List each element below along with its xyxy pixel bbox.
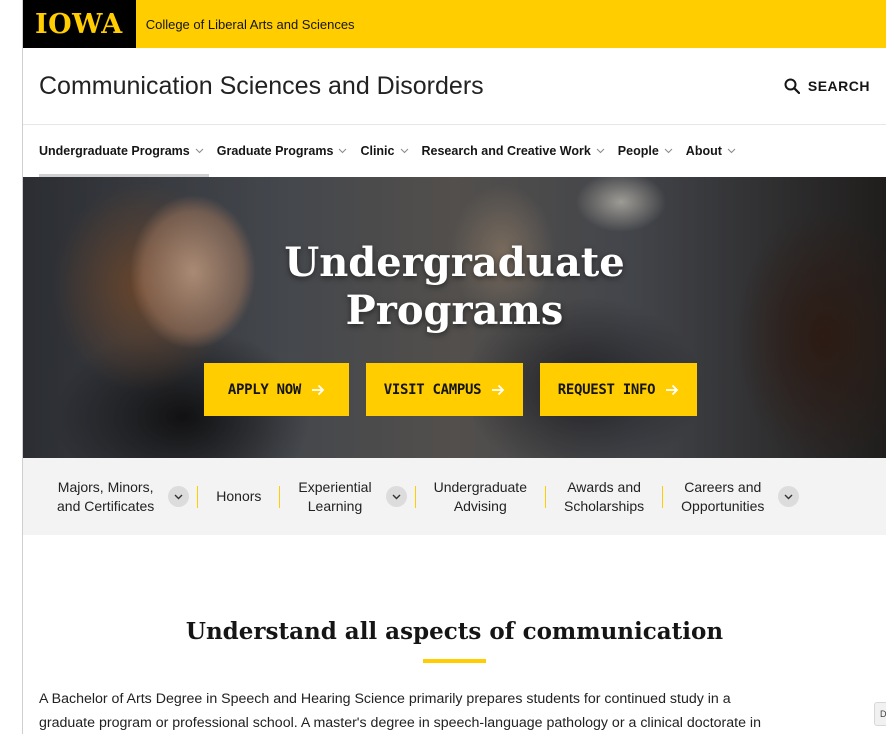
apply-now-button[interactable]: APPLY NOW	[204, 363, 349, 416]
hero-title: Undergraduate Programs	[23, 239, 886, 335]
chevron-down-icon	[727, 148, 736, 154]
divider	[414, 485, 416, 508]
nav-label: Research and Creative Work	[421, 144, 591, 158]
nav-label: People	[617, 144, 659, 158]
top-bar: IOWA College of Liberal Arts and Science…	[23, 0, 886, 48]
chevron-down-icon	[392, 494, 401, 499]
visit-campus-button[interactable]: VISIT CAMPUS	[366, 363, 523, 416]
nav-item-undergraduate-programs[interactable]: Undergraduate Programs	[39, 144, 204, 158]
subnav-label: Experiential Learning	[298, 478, 372, 514]
intro-paragraph: A Bachelor of Arts Degree in Speech and …	[23, 687, 886, 734]
cta-label: APPLY NOW	[227, 381, 302, 398]
floating-widget-tab[interactable]: D	[874, 702, 886, 726]
chevron-down-icon	[400, 148, 408, 154]
nav-item-about[interactable]: About	[686, 144, 736, 158]
subnav-item-honors[interactable]: Honors	[206, 487, 271, 506]
nav-item-graduate-programs[interactable]: Graduate Programs	[217, 144, 348, 158]
chevron-down-icon	[784, 494, 793, 499]
main-nav: Undergraduate Programs Graduate Programs…	[23, 125, 886, 177]
section-subnav: Majors, Minors, and Certificates Honors E…	[23, 458, 886, 535]
expand-toggle[interactable]	[385, 486, 407, 507]
nav-item-people[interactable]: People	[618, 144, 673, 158]
divider	[662, 485, 664, 508]
cta-label: VISIT CAMPUS	[383, 381, 482, 398]
nav-item-research-and-creative-work[interactable]: Research and Creative Work	[422, 144, 605, 158]
subnav-label: Careers and Opportunities	[681, 478, 765, 514]
subnav-label: Honors	[216, 488, 262, 504]
page: IOWA College of Liberal Arts and Science…	[22, 0, 886, 734]
subnav-item-careers-opportunities[interactable]: Careers and Opportunities	[671, 478, 800, 516]
hero-cta-group: APPLY NOW VISIT CAMPUS REQUEST INFO	[204, 363, 697, 416]
subnav-label: Awards and Scholarships	[563, 478, 645, 514]
subnav-label: Majors, Minors, and Certificates	[57, 478, 155, 514]
search-button[interactable]: SEARCH	[784, 78, 870, 94]
chevron-down-icon	[195, 148, 204, 154]
section-heading: Understand all aspects of communication	[185, 618, 724, 645]
hero-title-line-1: Undergraduate	[284, 239, 625, 286]
nav-item-clinic[interactable]: Clinic	[360, 144, 408, 158]
nav-label: Undergraduate Programs	[39, 144, 190, 158]
site-title[interactable]: Communication Sciences and Disorders	[39, 72, 484, 101]
search-icon	[784, 78, 800, 94]
nav-label: About	[685, 144, 722, 158]
hero-title-line-2: Programs	[345, 287, 564, 334]
heading-underline	[423, 659, 486, 663]
expand-toggle[interactable]	[778, 486, 800, 507]
hero-banner: Undergraduate Programs APPLY NOW VISIT C…	[23, 177, 886, 458]
search-label: SEARCH	[807, 78, 870, 94]
divider	[544, 485, 546, 508]
divider	[279, 485, 281, 508]
site-header: Communication Sciences and Disorders SEA…	[23, 48, 886, 125]
nav-label: Clinic	[360, 144, 395, 158]
arrow-right-icon	[666, 384, 679, 395]
nav-label: Graduate Programs	[216, 144, 334, 158]
iowa-logo[interactable]: IOWA	[23, 0, 136, 48]
chevron-down-icon	[339, 148, 347, 154]
subnav-item-awards-scholarships[interactable]: Awards and Scholarships	[554, 478, 654, 516]
expand-toggle[interactable]	[168, 486, 190, 507]
subnav-label: Undergraduate Advising	[433, 478, 527, 514]
arrow-right-icon	[492, 384, 505, 395]
divider	[197, 485, 199, 508]
subnav-item-undergraduate-advising[interactable]: Undergraduate Advising	[424, 478, 537, 516]
paragraph-line: A Bachelor of Arts Degree in Speech and …	[39, 691, 731, 707]
arrow-right-icon	[312, 384, 325, 395]
cta-label: REQUEST INFO	[557, 381, 656, 398]
college-link[interactable]: College of Liberal Arts and Sciences	[146, 17, 355, 32]
logo-text: IOWA	[35, 8, 123, 40]
subnav-item-experiential-learning[interactable]: Experiential Learning	[288, 478, 407, 516]
chevron-down-icon	[596, 148, 605, 154]
request-info-button[interactable]: REQUEST INFO	[540, 363, 697, 416]
chevron-down-icon	[174, 494, 183, 499]
chevron-down-icon	[664, 148, 673, 154]
subnav-item-majors-minors[interactable]: Majors, Minors, and Certificates	[47, 478, 190, 516]
paragraph-line: graduate program or professional school.…	[39, 715, 761, 731]
main-content: Understand all aspects of communication …	[23, 535, 886, 734]
